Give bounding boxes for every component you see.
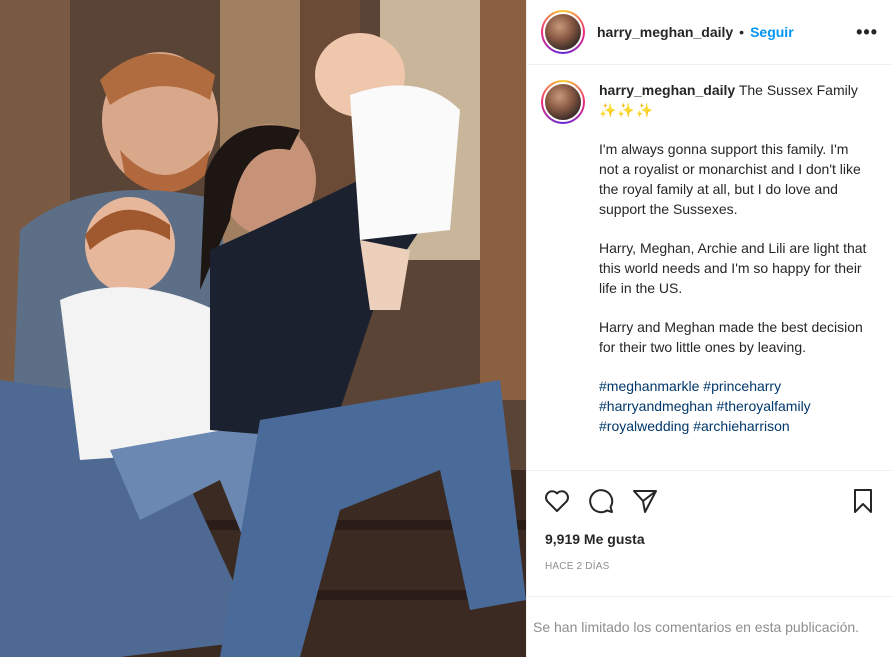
- caption-title: The Sussex Family: [738, 82, 858, 98]
- paper-plane-icon[interactable]: [631, 487, 659, 515]
- hashtags: #meghanmarkle #princeharry #harryandmegh…: [599, 376, 869, 436]
- caption-area[interactable]: harry_meghan_daily The Sussex Family ✨✨✨…: [527, 66, 892, 470]
- more-options-icon[interactable]: •••: [856, 22, 878, 43]
- caption-paragraph-1: I'm always gonna support this family. I'…: [599, 141, 861, 217]
- post-header: harry_meghan_daily • Seguir •••: [527, 0, 892, 65]
- follow-button[interactable]: Seguir: [750, 24, 794, 40]
- avatar-image: [543, 12, 583, 52]
- separator-dot: •: [739, 24, 745, 40]
- post-photo-illustration: [0, 0, 526, 657]
- heart-icon[interactable]: [543, 487, 571, 515]
- caption-body: harry_meghan_daily The Sussex Family ✨✨✨…: [599, 80, 869, 436]
- post-sidebar: harry_meghan_daily • Seguir ••• harry_me…: [526, 0, 892, 657]
- hashtag-link[interactable]: #theroyalfamily: [717, 398, 811, 414]
- caption-username[interactable]: harry_meghan_daily: [599, 82, 735, 98]
- post-timestamp[interactable]: HACE 2 DÍAS: [545, 561, 609, 572]
- header-username[interactable]: harry_meghan_daily: [597, 24, 733, 40]
- action-bar: [527, 470, 892, 530]
- caption: harry_meghan_daily The Sussex Family ✨✨✨…: [541, 80, 879, 436]
- hashtag-link[interactable]: #meghanmarkle: [599, 378, 699, 394]
- caption-paragraph-2: Harry, Meghan, Archie and Lili are light…: [599, 240, 867, 296]
- hashtag-link[interactable]: #royalwedding: [599, 418, 689, 434]
- avatar[interactable]: [541, 10, 585, 54]
- caption-avatar-image: [543, 82, 583, 122]
- likes-count[interactable]: 9,919 Me gusta: [545, 531, 645, 547]
- hashtag-link[interactable]: #princeharry: [703, 378, 781, 394]
- caption-first-line: harry_meghan_daily The Sussex Family ✨✨✨: [599, 80, 869, 120]
- hashtag-link[interactable]: #harryandmeghan: [599, 398, 713, 414]
- post-photo[interactable]: [0, 0, 526, 657]
- sparkles-emoji: ✨✨✨: [599, 102, 655, 118]
- comment-icon[interactable]: [587, 487, 615, 515]
- caption-avatar[interactable]: [541, 80, 585, 124]
- bookmark-icon[interactable]: [849, 487, 877, 515]
- hashtag-link[interactable]: #archieharrison: [693, 418, 790, 434]
- comments-limited-notice: Se han limitado los comentarios en esta …: [527, 596, 892, 657]
- caption-paragraph-3: Harry and Meghan made the best decision …: [599, 319, 863, 355]
